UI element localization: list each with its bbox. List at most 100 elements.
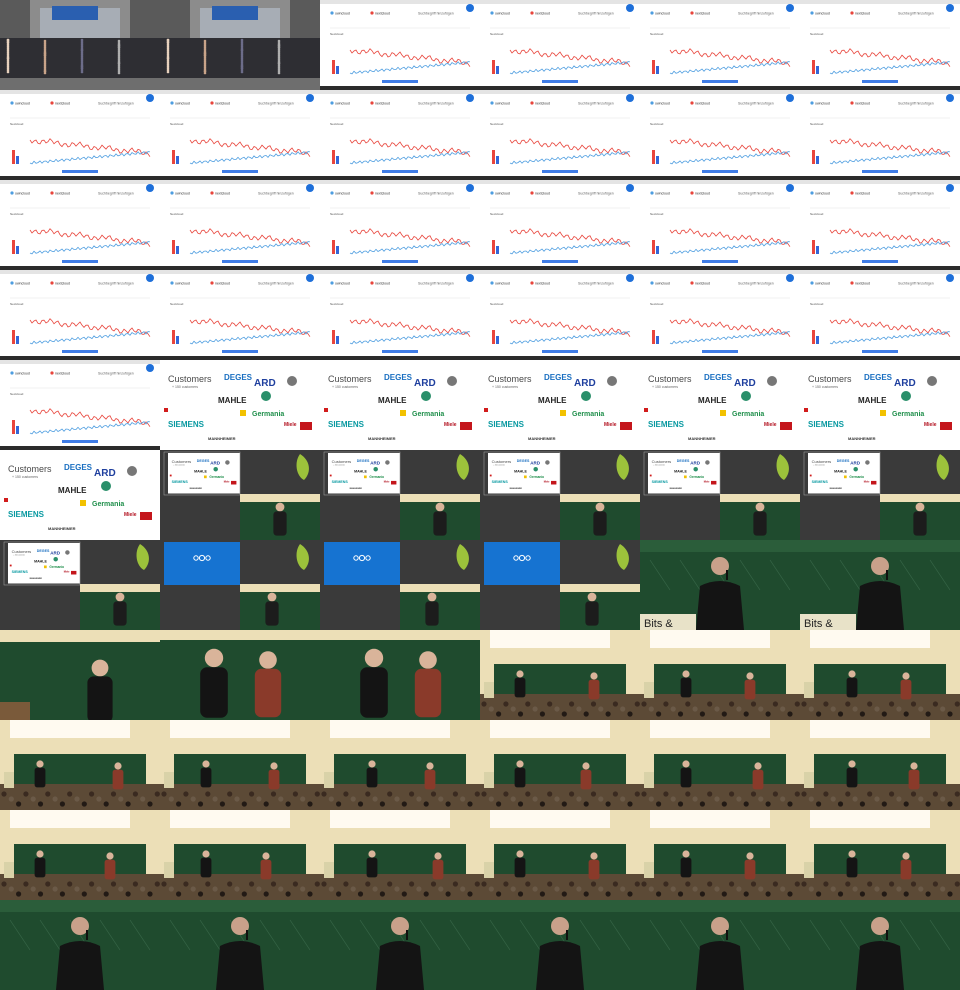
logo-raiffeisen-icon: [400, 410, 406, 416]
customers-title: Customers: [492, 459, 512, 464]
footer-bar: [222, 170, 258, 173]
frame-tile-customers: Customers + 150 customers DEGES ARD MAHLE Ger…: [640, 360, 800, 450]
chalkboard: [814, 664, 946, 694]
legend-term-a: owncloud: [15, 192, 30, 196]
legend-term-a: owncloud: [495, 102, 510, 106]
logo-mannheimer: MANNHEIMER: [208, 436, 236, 441]
frame-tile-group-photo: [0, 0, 160, 90]
legend-add-term: Suchbegriff hinzufügen: [898, 12, 934, 16]
legend-term-b: nextcloud: [535, 102, 550, 106]
legend-term-b: nextcloud: [695, 282, 710, 286]
footer-bar: [62, 170, 98, 173]
legend-add-term: Suchbegriff hinzufügen: [418, 12, 454, 16]
frame-tile-speaker-closeup: [480, 900, 640, 990]
legend-term-a: owncloud: [335, 192, 350, 196]
logo-miele: Miele: [704, 482, 710, 484]
frame-tile-hall-wide: [480, 810, 640, 900]
frame-tile-talk-customers: Customers + 150 customers DEGES ARD MAHLE Ger…: [800, 450, 960, 540]
logo-tu-icon: [620, 422, 632, 430]
legend-term-a: owncloud: [655, 192, 670, 196]
avg-bar-a: [12, 240, 15, 254]
frame-tile-hall-wide: [800, 720, 960, 810]
legend-term-a: owncloud: [815, 192, 830, 196]
chart-header: Nextcloud: [330, 122, 344, 126]
audience-rows: [800, 784, 960, 810]
red-cross-icon: [804, 408, 808, 412]
logo-deges: DEGES: [864, 373, 893, 382]
chart-header: Nextcloud: [810, 302, 824, 306]
red-cross-icon: [164, 408, 168, 412]
chalkboard: [494, 664, 626, 694]
logo-mannheimer: MANNHEIMER: [368, 436, 396, 441]
frame-tile-hall-wide: [320, 720, 480, 810]
app-logo-icon: [466, 4, 474, 12]
frame-tile-trends: owncloud nextcloud Suchbegriff hinzufügen N…: [0, 90, 160, 180]
avg-bar-a: [652, 240, 655, 254]
logo-miele: Miele: [384, 482, 390, 484]
legend-term-a: owncloud: [15, 102, 30, 106]
app-logo-icon: [466, 274, 474, 282]
microphone-icon: [886, 930, 888, 940]
avg-bar-a: [12, 330, 15, 344]
footer-bar: [62, 260, 98, 263]
blue-slide: [164, 542, 240, 585]
legend-add-term: Suchbegriff hinzufügen: [578, 102, 614, 106]
app-logo-icon: [786, 274, 794, 282]
microphone-icon: [86, 930, 88, 940]
footer-bar: [542, 350, 578, 353]
logo-raiffeisen-icon: [880, 410, 886, 416]
legend-term-a: owncloud: [815, 12, 830, 16]
chalkboard: [654, 844, 786, 874]
app-logo-icon: [946, 4, 954, 12]
logo-ard: ARD: [530, 461, 540, 466]
legend-term-a: owncloud: [495, 12, 510, 16]
customers-title: Customers: [328, 374, 372, 384]
frame-tile-trends: owncloud nextcloud Suchbegriff hinzufügen N…: [0, 180, 160, 270]
legend-term-b: nextcloud: [535, 192, 550, 196]
red-cross-icon: [484, 408, 488, 412]
avg-bar-b: [656, 246, 659, 254]
banner-stand: [4, 772, 14, 788]
logo-mahle: MAHLE: [34, 559, 47, 563]
customers-subtitle: + 150 customers: [652, 385, 678, 389]
logo-ard: ARD: [414, 378, 436, 389]
legend-term-a: owncloud: [15, 372, 30, 376]
frame-tile-trends: owncloud nextcloud Suchbegriff hinzufügen N…: [320, 270, 480, 360]
customers-subtitle: + 150 customers: [172, 385, 198, 389]
logo-raiffeisen-icon: [560, 410, 566, 416]
avg-bar-b: [336, 246, 339, 254]
contact-sheet: owncloud nextcloud Suchbegriff hinzufügen N…: [0, 0, 960, 990]
logo-raiffeisen-icon: [44, 565, 47, 569]
avg-bar-b: [336, 156, 339, 164]
chart-header: Nextcloud: [490, 32, 504, 36]
logo-miele: Miele: [864, 482, 870, 484]
app-logo-icon: [306, 184, 314, 192]
audience-rows: [0, 874, 160, 900]
avg-bar-a: [12, 150, 15, 164]
legend-term-b: nextcloud: [375, 282, 390, 286]
logo-deges: DEGES: [197, 459, 210, 463]
slide-thumbnail: Customers+ 150 customersDEGES ARDMAHLEGer…: [168, 453, 240, 494]
logo-ard: ARD: [734, 378, 756, 389]
frame-tile-speaker-closeup: Bits &: [640, 540, 800, 630]
banner-stand: [324, 862, 334, 878]
legend-term-a: owncloud: [335, 102, 350, 106]
legend-term-a: owncloud: [175, 192, 190, 196]
legend-term-b: nextcloud: [535, 282, 550, 286]
audience-rows: [480, 694, 640, 720]
logo-deges: DEGES: [837, 459, 850, 463]
microphone-icon: [246, 930, 248, 940]
avg-bar-a: [332, 150, 335, 164]
logo-mannheimer: MANNHEIMER: [848, 436, 876, 441]
chart-header: Nextcloud: [650, 212, 664, 216]
chart-header: Nextcloud: [10, 392, 24, 396]
avg-bar-b: [816, 336, 819, 344]
logo-siemens: SIEMENS: [168, 420, 205, 429]
legend-term-a: owncloud: [495, 192, 510, 196]
chalkboard: [654, 664, 786, 694]
frame-tile-talk-blue: [160, 540, 320, 630]
chart-header: Nextcloud: [10, 212, 24, 216]
legend-term-b: nextcloud: [215, 192, 230, 196]
footer-bar: [862, 350, 898, 353]
logo-round-icon: [421, 391, 431, 401]
